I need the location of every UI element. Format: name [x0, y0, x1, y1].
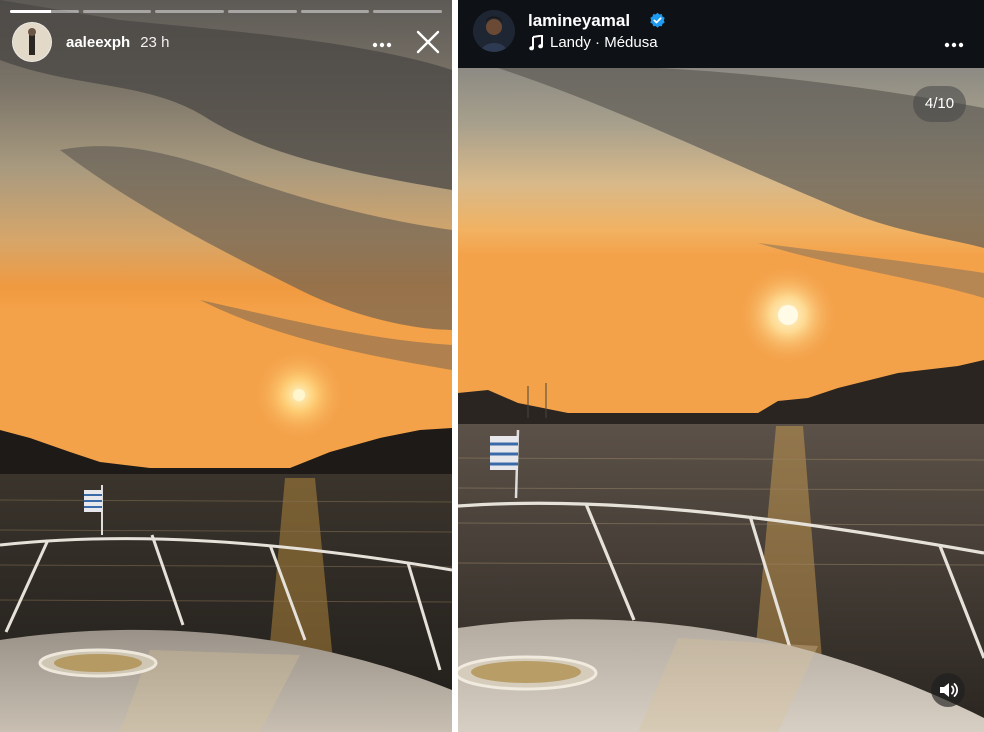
username[interactable]: lamineyamal: [528, 11, 630, 31]
more-options-button[interactable]: [372, 28, 392, 54]
music-label[interactable]: Landy · Médusa: [550, 34, 658, 51]
story-progress-fill: [10, 10, 52, 13]
music-separator: ·: [590, 34, 605, 51]
carousel-counter: 4/10: [913, 86, 966, 122]
post-viewer: lamineyamal Landy · Médusa 4/10: [458, 0, 984, 732]
avatar[interactable]: [473, 10, 515, 52]
more-options-button[interactable]: [944, 28, 964, 54]
song-artist: Médusa: [604, 34, 658, 51]
avatar[interactable]: [12, 22, 52, 62]
sound-on-icon: [940, 683, 959, 697]
story-progress-segment: [82, 10, 152, 13]
story-header: aaleexph 23 h: [12, 22, 169, 62]
story-progress-segment: [373, 10, 443, 13]
story-progress-segment: [10, 10, 79, 13]
story-progress-bar: [10, 10, 443, 13]
close-icon[interactable]: [414, 28, 442, 56]
verified-badge-icon: [650, 12, 665, 28]
story-viewer: aaleexph 23 h: [0, 0, 452, 732]
story-photo: [0, 0, 452, 732]
more-horizontal-icon: [372, 42, 392, 48]
avatar-photo: [473, 10, 515, 52]
avatar-photo: [13, 23, 51, 61]
post-photo: [458, 68, 984, 732]
username[interactable]: aaleexph: [66, 34, 130, 51]
post-header: lamineyamal Landy · Médusa: [458, 0, 984, 68]
story-progress-segment: [300, 10, 370, 13]
sound-toggle-button[interactable]: [931, 673, 965, 707]
music-note-icon: [529, 35, 543, 51]
song-title: Landy: [550, 34, 591, 51]
story-progress-segment: [228, 10, 297, 13]
story-progress-segment: [155, 10, 225, 13]
timestamp: 23 h: [140, 33, 170, 51]
more-horizontal-icon: [944, 42, 964, 48]
